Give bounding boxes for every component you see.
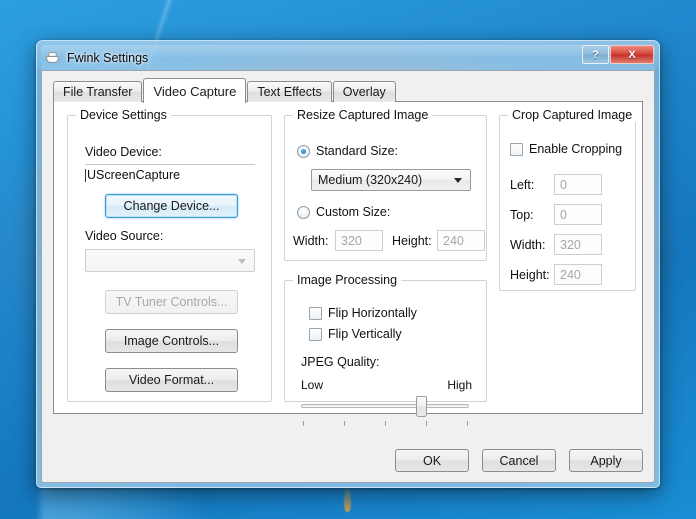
chevron-down-icon xyxy=(454,178,462,183)
video-source-combobox[interactable] xyxy=(85,249,255,272)
image-controls-button[interactable]: Image Controls... xyxy=(105,329,238,353)
video-device-separator xyxy=(85,164,255,165)
crop-top-input[interactable]: 0 xyxy=(554,204,602,225)
tab-text-effects[interactable]: Text Effects xyxy=(247,81,332,102)
window-title: Fwink Settings xyxy=(67,50,149,65)
tab-file-transfer[interactable]: File Transfer xyxy=(53,81,143,102)
flip-horizontally-checkbox[interactable] xyxy=(309,306,322,320)
flip-vertically-label: Flip Vertically xyxy=(328,327,402,341)
slider-thumb[interactable] xyxy=(416,396,427,417)
resize-height-label: Height: xyxy=(392,234,432,248)
tab-strip: File Transfer Video Capture Text Effects… xyxy=(53,78,397,103)
cup-icon xyxy=(45,50,61,66)
slider-tick xyxy=(467,421,468,426)
custom-size-radio-row[interactable]: Custom Size: xyxy=(297,205,390,219)
crop-height-label: Height: xyxy=(510,268,550,282)
wallpaper-grass-blade xyxy=(344,486,351,512)
settings-window: Fwink Settings ? X File Transfer Video C… xyxy=(36,40,660,488)
custom-size-radio[interactable] xyxy=(297,205,310,219)
video-source-label: Video Source: xyxy=(85,229,164,243)
group-device-settings-legend: Device Settings xyxy=(76,108,171,122)
flip-horizontally-label: Flip Horizontally xyxy=(328,306,417,320)
jpeg-quality-low-label: Low xyxy=(301,378,324,392)
text-caret xyxy=(85,169,86,182)
crop-left-label: Left: xyxy=(510,178,535,192)
help-button[interactable]: ? xyxy=(582,45,609,64)
tab-video-capture[interactable]: Video Capture xyxy=(143,78,247,103)
crop-width-input[interactable]: 320 xyxy=(554,234,602,255)
tab-page-video-capture: Device Settings Video Device: UScreenCap… xyxy=(53,101,643,426)
slider-tick xyxy=(426,421,427,426)
standard-size-radio-row[interactable]: Standard Size: xyxy=(297,144,398,158)
dialog-footer-buttons: OK Cancel Apply xyxy=(395,449,643,472)
resize-width-label: Width: xyxy=(293,234,329,248)
enable-cropping-label: Enable Cropping xyxy=(529,142,623,156)
custom-size-label: Custom Size: xyxy=(316,205,391,219)
group-resize-captured-image: Resize Captured Image Standard Size: Med… xyxy=(284,108,487,261)
ok-button[interactable]: OK xyxy=(395,449,469,472)
slider-tick xyxy=(385,421,386,426)
group-crop-captured-image: Crop Captured Image Enable Cropping Left… xyxy=(499,108,637,291)
tab-overlay[interactable]: Overlay xyxy=(332,81,396,102)
crop-left-input[interactable]: 0 xyxy=(554,174,602,195)
flip-vertically-row[interactable]: Flip Vertically xyxy=(309,327,402,341)
flip-vertically-checkbox[interactable] xyxy=(309,327,322,341)
group-device-settings: Device Settings Video Device: UScreenCap… xyxy=(67,108,272,402)
video-device-label: Video Device: xyxy=(85,145,162,159)
enable-cropping-row[interactable]: Enable Cropping xyxy=(510,142,622,156)
caption-buttons: ? X xyxy=(582,45,654,64)
standard-size-combobox[interactable]: Medium (320x240) xyxy=(311,169,471,191)
standard-size-value: Medium (320x240) xyxy=(318,173,423,187)
title-bar[interactable]: Fwink Settings ? X xyxy=(41,45,655,70)
crop-top-label: Top: xyxy=(510,208,534,222)
crop-height-input[interactable]: 240 xyxy=(554,264,602,285)
crop-width-label: Width: xyxy=(510,238,546,252)
standard-size-label: Standard Size: xyxy=(316,144,398,158)
group-image-processing-legend: Image Processing xyxy=(293,273,402,287)
group-resize-legend: Resize Captured Image xyxy=(293,108,433,122)
video-format-button[interactable]: Video Format... xyxy=(105,368,238,392)
slider-tick xyxy=(344,421,345,426)
tv-tuner-controls-button: TV Tuner Controls... xyxy=(105,290,238,314)
flip-horizontally-row[interactable]: Flip Horizontally xyxy=(309,306,417,320)
resize-height-input[interactable]: 240 xyxy=(437,230,485,251)
video-device-value[interactable]: UScreenCapture xyxy=(87,168,180,182)
enable-cropping-checkbox[interactable] xyxy=(510,142,523,156)
change-device-button[interactable]: Change Device... xyxy=(105,194,238,218)
slider-tick xyxy=(303,421,304,426)
desktop-background: Fwink Settings ? X File Transfer Video C… xyxy=(0,0,696,519)
cancel-button[interactable]: Cancel xyxy=(482,449,556,472)
jpeg-quality-label: JPEG Quality: xyxy=(301,355,380,369)
standard-size-radio[interactable] xyxy=(297,144,310,158)
slider-track xyxy=(301,404,469,408)
resize-width-input[interactable]: 320 xyxy=(335,230,383,251)
group-crop-legend: Crop Captured Image xyxy=(508,108,637,122)
apply-button[interactable]: Apply xyxy=(569,449,643,472)
chevron-down-icon xyxy=(238,258,246,264)
jpeg-quality-slider[interactable] xyxy=(301,395,469,427)
client-area: File Transfer Video Capture Text Effects… xyxy=(41,70,655,483)
jpeg-quality-high-label: High xyxy=(447,378,472,392)
group-image-processing: Image Processing Flip Horizontally Flip … xyxy=(284,273,487,426)
close-button[interactable]: X xyxy=(610,45,654,64)
